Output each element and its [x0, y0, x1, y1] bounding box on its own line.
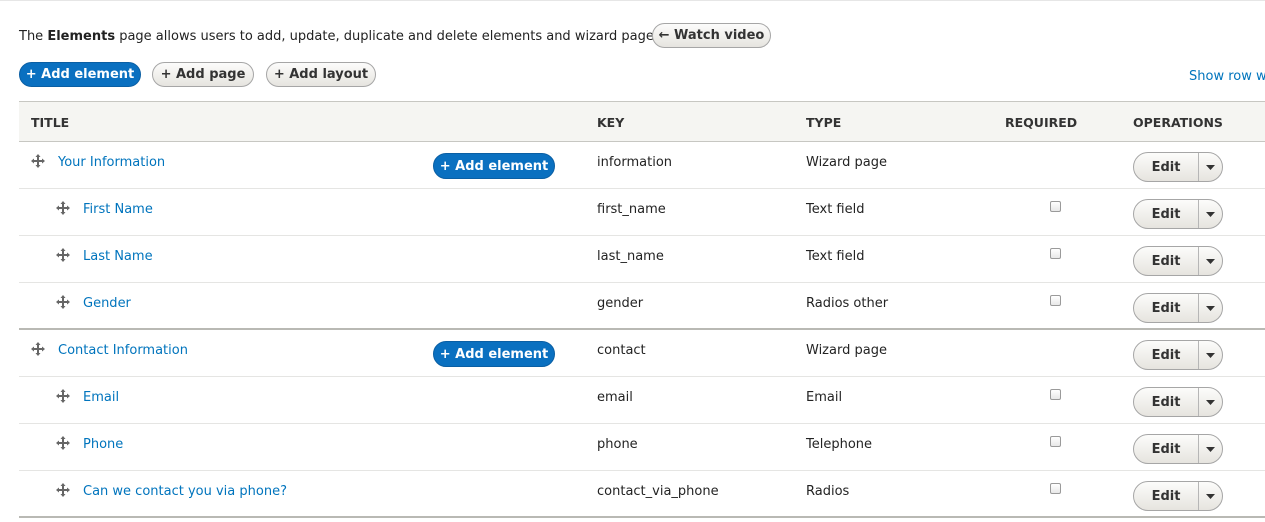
element-title-link[interactable]: Your Information: [58, 155, 165, 170]
edit-button[interactable]: Edit: [1134, 200, 1199, 228]
caret-down-icon: [1206, 442, 1215, 457]
element-key: gender: [597, 296, 644, 311]
intro-bold: Elements: [47, 28, 116, 44]
element-title-link[interactable]: First Name: [83, 202, 153, 217]
add-element-button[interactable]: + Add element: [19, 62, 141, 87]
operations-toggle[interactable]: [1199, 294, 1222, 322]
element-type: Text field: [806, 202, 865, 217]
drag-handle-icon[interactable]: [31, 342, 45, 356]
required-checkbox[interactable]: [1050, 389, 1061, 400]
add-page-button[interactable]: + Add page: [152, 62, 254, 87]
edit-button[interactable]: Edit: [1134, 247, 1199, 275]
operations-toggle[interactable]: [1199, 482, 1222, 510]
table-row: Last Name last_name Text field Edit: [19, 236, 1265, 283]
element-type: Telephone: [806, 437, 873, 452]
show-row-weights-link[interactable]: Show row we: [1189, 69, 1265, 84]
table-header: TITLE KEY TYPE REQUIRED OPERATIONS: [19, 101, 1265, 142]
element-type: Wizard page: [806, 155, 887, 170]
row-add-element-button[interactable]: + Add element: [433, 341, 555, 367]
header-required: REQUIRED: [1005, 115, 1078, 130]
drag-handle-icon[interactable]: [56, 389, 70, 403]
element-key: last_name: [597, 249, 664, 264]
operations-toggle[interactable]: [1199, 247, 1222, 275]
required-checkbox[interactable]: [1050, 483, 1061, 494]
edit-button[interactable]: Edit: [1134, 435, 1199, 463]
element-title-link[interactable]: Gender: [83, 296, 131, 311]
table-body: Your Information + Add element information…: [19, 142, 1265, 518]
table-row: Can we contact you via phone? contact_via…: [19, 471, 1265, 518]
drag-handle-icon[interactable]: [56, 483, 70, 497]
operations-dropbutton: Edit: [1133, 387, 1223, 417]
table-row: Email email Email Edit: [19, 377, 1265, 424]
caret-down-icon: [1206, 160, 1215, 175]
required-checkbox[interactable]: [1050, 295, 1061, 306]
operations-dropbutton: Edit: [1133, 152, 1223, 182]
intro-prefix: The: [19, 28, 44, 44]
caret-down-icon: [1206, 395, 1215, 410]
drag-handle-icon[interactable]: [56, 436, 70, 450]
operations-toggle[interactable]: [1199, 153, 1222, 181]
element-type: Email: [806, 390, 843, 405]
element-type: Wizard page: [806, 343, 887, 358]
operations-toggle[interactable]: [1199, 435, 1222, 463]
caret-down-icon: [1206, 348, 1215, 363]
table-row-page: Contact Information + Add element contact W…: [19, 330, 1265, 377]
operations-toggle[interactable]: [1199, 341, 1222, 369]
element-key: phone: [597, 437, 638, 452]
element-title-link[interactable]: Last Name: [83, 249, 153, 264]
header-key: KEY: [597, 115, 625, 130]
required-checkbox[interactable]: [1050, 201, 1061, 212]
operations-dropbutton: Edit: [1133, 199, 1223, 229]
required-checkbox[interactable]: [1050, 248, 1061, 259]
table-row: First Name first_name Text field Edit: [19, 189, 1265, 236]
elements-table: TITLE KEY TYPE REQUIRED OPERATIONS Your …: [19, 101, 1265, 518]
watch-video-button[interactable]: ← Watch video: [652, 23, 771, 48]
row-add-element-button[interactable]: + Add element: [433, 153, 555, 179]
table-row: Phone phone Telephone Edit: [19, 424, 1265, 471]
operations-toggle[interactable]: [1199, 200, 1222, 228]
caret-down-icon: [1206, 207, 1215, 222]
element-key: first_name: [597, 202, 666, 217]
element-key: information: [597, 155, 673, 170]
edit-button[interactable]: Edit: [1134, 482, 1199, 510]
element-type: Text field: [806, 249, 865, 264]
operations-dropbutton: Edit: [1133, 434, 1223, 464]
edit-button[interactable]: Edit: [1134, 341, 1199, 369]
top-border: [0, 0, 1265, 1]
header-operations: OPERATIONS: [1133, 115, 1223, 130]
element-title-link[interactable]: Contact Information: [58, 343, 188, 358]
element-key: email: [597, 390, 633, 405]
operations-dropbutton: Edit: [1133, 246, 1223, 276]
element-key: contact_via_phone: [597, 484, 719, 499]
caret-down-icon: [1206, 254, 1215, 269]
drag-handle-icon[interactable]: [56, 295, 70, 309]
drag-handle-icon[interactable]: [31, 154, 45, 168]
caret-down-icon: [1206, 301, 1215, 316]
drag-handle-icon[interactable]: [56, 201, 70, 215]
operations-dropbutton: Edit: [1133, 481, 1223, 511]
element-type: Radios: [806, 484, 850, 499]
drag-handle-icon[interactable]: [56, 248, 70, 262]
intro-suffix: page allows users to add, update, duplic…: [119, 28, 665, 44]
edit-button[interactable]: Edit: [1134, 153, 1199, 181]
intro-bar: The Elements page allows users to add, u…: [19, 22, 665, 50]
header-type: TYPE: [806, 115, 842, 130]
operations-toggle[interactable]: [1199, 388, 1222, 416]
element-title-link[interactable]: Phone: [83, 437, 123, 452]
element-type: Radios other: [806, 296, 889, 311]
element-key: contact: [597, 343, 646, 358]
header-title: TITLE: [31, 115, 70, 130]
edit-button[interactable]: Edit: [1134, 388, 1199, 416]
operations-dropbutton: Edit: [1133, 340, 1223, 370]
element-title-link[interactable]: Can we contact you via phone?: [83, 484, 287, 499]
edit-button[interactable]: Edit: [1134, 294, 1199, 322]
required-checkbox[interactable]: [1050, 436, 1061, 447]
operations-dropbutton: Edit: [1133, 293, 1223, 323]
table-row-page: Your Information + Add element information…: [19, 142, 1265, 189]
caret-down-icon: [1206, 489, 1215, 504]
table-row: Gender gender Radios other Edit: [19, 283, 1265, 330]
intro-description: The Elements page allows users to add, u…: [19, 29, 665, 44]
element-title-link[interactable]: Email: [83, 390, 119, 405]
add-layout-button[interactable]: + Add layout: [266, 62, 376, 87]
